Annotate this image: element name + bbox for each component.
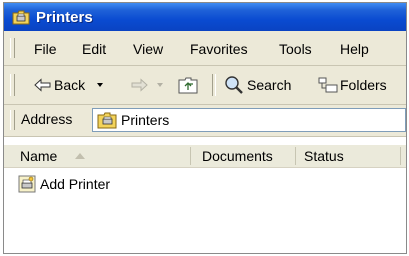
back-label: Back <box>54 77 86 93</box>
sort-ascending-icon <box>75 153 86 159</box>
column-name-label: Name <box>20 148 58 164</box>
menu-help[interactable]: Help <box>340 41 369 57</box>
address-label: Address <box>21 111 73 127</box>
search-icon <box>224 75 244 95</box>
menu-tools[interactable]: Tools <box>279 41 312 57</box>
search-label: Search <box>247 77 292 93</box>
menu-favorites[interactable]: Favorites <box>190 41 248 57</box>
back-arrow-icon <box>34 78 52 92</box>
list-item[interactable]: Add Printer <box>18 173 110 195</box>
toolbar-grip[interactable] <box>10 74 15 96</box>
back-button[interactable]: Back <box>34 74 104 96</box>
back-dropdown-icon[interactable] <box>97 83 104 87</box>
menu-grip[interactable] <box>10 38 15 58</box>
up-folder-button[interactable] <box>178 74 198 96</box>
column-header: Name Documents Status <box>4 145 406 168</box>
printers-folder-icon <box>97 111 117 129</box>
column-status[interactable]: Status <box>304 145 400 167</box>
column-documents-label: Documents <box>202 148 273 164</box>
standard-toolbar: Back Search Folders <box>4 66 406 105</box>
menu-bar: File Edit View Favorites Tools Help <box>4 31 406 66</box>
explorer-window: Printers File Edit View Favorites Tools … <box>3 2 407 254</box>
forward-dropdown-icon[interactable] <box>157 83 163 87</box>
window-title: Printers <box>36 8 93 26</box>
column-status-label: Status <box>304 148 344 164</box>
menu-file[interactable]: File <box>34 41 57 57</box>
search-button[interactable]: Search <box>224 74 291 96</box>
address-bar: Address Printers <box>4 105 406 137</box>
column-divider[interactable] <box>295 147 296 165</box>
column-documents[interactable]: Documents <box>202 145 292 167</box>
column-name[interactable]: Name <box>20 145 188 167</box>
address-grip[interactable] <box>10 110 15 130</box>
toolbar-separator <box>212 74 216 96</box>
forward-arrow-icon <box>130 78 148 92</box>
column-divider[interactable] <box>400 147 401 165</box>
folders-icon <box>318 76 338 94</box>
add-printer-icon <box>18 175 36 193</box>
menu-edit[interactable]: Edit <box>82 41 106 57</box>
up-folder-icon <box>178 76 198 94</box>
address-input[interactable]: Printers <box>92 108 406 132</box>
add-printer-label: Add Printer <box>40 176 111 192</box>
forward-button[interactable] <box>130 74 163 96</box>
menu-view[interactable]: View <box>133 41 163 57</box>
title-bar[interactable]: Printers <box>4 3 406 31</box>
folders-button[interactable]: Folders <box>318 74 387 96</box>
file-list[interactable]: Name Documents Status Add Printer <box>4 137 406 253</box>
printers-folder-icon <box>12 9 30 25</box>
folders-label: Folders <box>340 77 387 93</box>
column-divider[interactable] <box>190 147 191 165</box>
address-value: Printers <box>121 112 170 128</box>
